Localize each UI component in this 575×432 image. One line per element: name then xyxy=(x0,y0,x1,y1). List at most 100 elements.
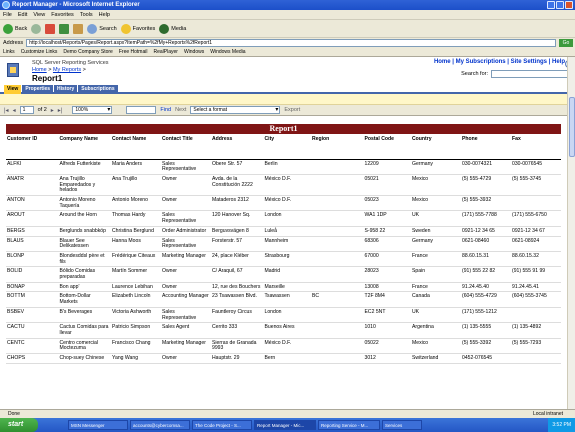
vertical-scrollbar[interactable] xyxy=(567,57,575,409)
export-format-select[interactable]: Select a format xyxy=(190,106,281,114)
link-hotmail[interactable]: Free Hotmail xyxy=(119,49,148,55)
scrollbar-thumb[interactable] xyxy=(569,97,575,157)
browser-toolbar: Back Search Favorites Media xyxy=(0,20,575,38)
export-link[interactable]: Export xyxy=(284,107,300,113)
table-row: CENTC Centro comercial Moctezuma Francisco… xyxy=(6,338,561,355)
media-button[interactable]: Media xyxy=(159,23,187,34)
app-name: SQL Server Reporting Services xyxy=(32,60,109,66)
column-header: Country xyxy=(411,135,461,160)
table-cell: Antonio Moreno xyxy=(111,195,161,212)
breadcrumb-separator: > xyxy=(48,67,52,73)
task-reporting-service[interactable]: Reporting Service - M... xyxy=(318,420,380,430)
table-cell: Maria Anders xyxy=(111,159,161,175)
previous-page-icon[interactable]: ◂ xyxy=(13,107,16,114)
table-cell: 1010 xyxy=(363,322,411,339)
search-button[interactable]: Search xyxy=(87,23,117,34)
table-cell: Alfreds Futterkiste xyxy=(58,159,111,175)
table-cell: Canada xyxy=(411,291,461,308)
column-header: Company Name xyxy=(58,135,111,160)
minimize-button[interactable] xyxy=(547,1,555,9)
tab-properties[interactable]: Properties xyxy=(22,85,54,94)
table-cell: T2F 8M4 xyxy=(363,291,411,308)
table-cell: Frédérique Citeaux xyxy=(111,251,161,268)
next-page-icon[interactable]: ▸ xyxy=(51,107,54,114)
table-cell xyxy=(311,210,364,227)
table-cell: BOLID xyxy=(6,266,59,283)
favorites-button[interactable]: Favorites xyxy=(120,23,155,34)
breadcrumb-my-reports[interactable]: My Reports xyxy=(53,67,81,73)
table-cell: BLONP xyxy=(6,251,59,268)
address-input[interactable]: http://localhost/Reports/Pages/Report.as… xyxy=(26,39,556,47)
table-cell: BONAP xyxy=(6,282,59,293)
back-label: Back xyxy=(15,25,28,32)
table-cell: (5) 555-7293 xyxy=(511,338,561,355)
global-links[interactable]: Home | My Subscriptions | Site Settings … xyxy=(434,59,565,65)
zoom-select[interactable]: 100% xyxy=(72,106,113,114)
menu-favorites[interactable]: Favorites xyxy=(51,12,74,18)
table-cell xyxy=(311,195,364,212)
media-label: Media xyxy=(171,25,187,32)
table-cell xyxy=(511,307,561,324)
search-area: Search for: xyxy=(461,70,571,78)
table-cell: 05022 xyxy=(363,338,411,355)
back-button[interactable]: Back xyxy=(3,23,28,34)
table-row: CACTU Cactus Comidas para llevar Patricio … xyxy=(6,322,561,339)
stop-icon[interactable] xyxy=(45,23,56,34)
close-button[interactable] xyxy=(565,1,573,9)
table-row: BSBEV B's Beverages Victoria Ashworth Sales… xyxy=(6,307,561,324)
link-customize[interactable]: Customize Links xyxy=(21,49,58,55)
table-cell: (5) 555-4729 xyxy=(461,174,511,197)
forward-arrow-icon[interactable] xyxy=(31,23,42,34)
search-input[interactable] xyxy=(491,70,571,78)
tab-history[interactable]: History xyxy=(54,85,78,94)
task-msn-messenger[interactable]: MSN Messenger xyxy=(68,420,128,430)
task-email[interactable]: accounts@cybercomsa... xyxy=(130,420,190,430)
table-cell: Owner xyxy=(161,195,211,212)
tab-subscriptions[interactable]: Subscriptions xyxy=(78,85,118,94)
link-windows-media[interactable]: Windows Media xyxy=(210,49,245,55)
next-link[interactable]: Next xyxy=(175,107,186,113)
last-page-icon[interactable]: ▸| xyxy=(58,107,63,114)
favorites-star-icon xyxy=(120,23,131,34)
maximize-button[interactable] xyxy=(556,1,564,9)
table-cell: Ana Trujillo xyxy=(111,174,161,197)
breadcrumb-home[interactable]: Home xyxy=(32,67,47,73)
link-windows[interactable]: Windows xyxy=(184,49,204,55)
tab-view[interactable]: View xyxy=(4,85,22,94)
window-title: Report Manager - Microsoft Internet Expl… xyxy=(12,2,140,8)
table-cell: (604) 555-4729 xyxy=(461,291,511,308)
table-cell: (171) 555-7788 xyxy=(461,210,511,227)
refresh-icon[interactable] xyxy=(59,23,70,34)
table-cell: 0452-076545 xyxy=(461,353,511,364)
table-cell: 28023 xyxy=(363,266,411,283)
table-cell: Owner xyxy=(161,353,211,364)
table-row: AROUT Around the Horn Thomas Hardy Sales Re… xyxy=(6,210,561,227)
link-demo-store[interactable]: Demo Company Store xyxy=(63,49,112,55)
menu-file[interactable]: File xyxy=(3,12,12,18)
table-cell: Centro comercial Moctezuma xyxy=(58,338,111,355)
find-link[interactable]: Find xyxy=(160,107,171,113)
home-icon[interactable] xyxy=(73,23,84,34)
table-cell xyxy=(311,236,364,252)
table-cell: Mexico xyxy=(411,338,461,355)
table-cell: 24, place Kléber xyxy=(211,251,264,268)
table-cell: 0621-08924 xyxy=(511,236,561,252)
table-cell: 05021 xyxy=(363,174,411,197)
menu-edit[interactable]: Edit xyxy=(18,12,27,18)
menu-tools[interactable]: Tools xyxy=(80,12,93,18)
link-realplayer[interactable]: RealPlayer xyxy=(153,49,177,55)
start-button[interactable]: start xyxy=(0,418,38,432)
task-report-manager[interactable]: Report Manager - Mic... xyxy=(254,420,316,430)
task-code-project[interactable]: The Code Project - S... xyxy=(192,420,252,430)
table-cell: France xyxy=(411,251,461,268)
go-button[interactable]: Go xyxy=(559,39,573,47)
table-cell: 12209 xyxy=(363,159,411,175)
task-services[interactable]: Services xyxy=(382,420,422,430)
page-number-input[interactable]: 1 xyxy=(19,106,34,114)
first-page-icon[interactable]: |◂ xyxy=(4,107,9,114)
find-input[interactable] xyxy=(126,106,157,114)
table-cell: 12, rue des Bouchers xyxy=(211,282,264,293)
menu-help[interactable]: Help xyxy=(99,12,110,18)
report-manager-page: SQL Server Reporting Services Home > My … xyxy=(0,57,575,409)
menu-view[interactable]: View xyxy=(33,12,45,18)
